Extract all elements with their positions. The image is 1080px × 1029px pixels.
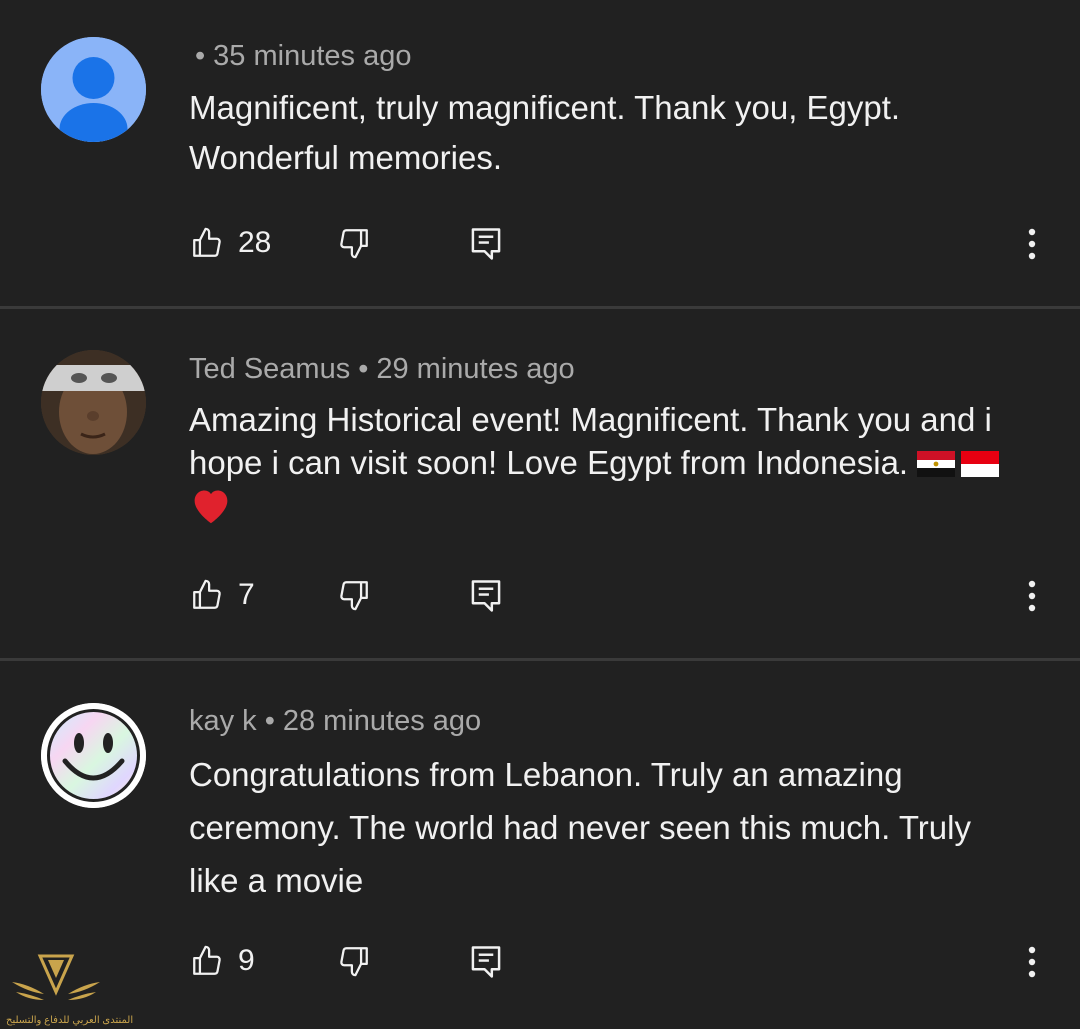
comment-text-body: Amazing Historical event! Magnificent. T… bbox=[189, 401, 992, 481]
more-menu-button[interactable] bbox=[1025, 579, 1039, 613]
comment-item: kay k • 28 minutes ago Congratulations fro… bbox=[0, 661, 1080, 1029]
thumb-up-icon bbox=[190, 944, 224, 978]
comment-author[interactable]: kay k bbox=[189, 705, 257, 737]
reply-comment-icon bbox=[471, 946, 501, 978]
smiley-face-icon bbox=[41, 703, 146, 808]
like-button[interactable]: 7 bbox=[190, 578, 255, 612]
reply-comment-icon bbox=[471, 580, 501, 612]
dislike-button[interactable] bbox=[337, 944, 371, 978]
like-count: 28 bbox=[238, 226, 272, 259]
comment-item: • 35 minutes ago Magnificent, truly magni… bbox=[0, 0, 1080, 306]
comment-meta: Ted Seamus • 29 minutes ago bbox=[189, 353, 575, 385]
comment-text: Magnificent, truly magnificent. Thank yo… bbox=[189, 89, 901, 176]
comment-item: Ted Seamus • 29 minutes ago Amazing Histor… bbox=[0, 309, 1080, 658]
egypt-flag-icon bbox=[917, 444, 956, 477]
more-menu-button[interactable] bbox=[1025, 945, 1039, 979]
thumb-up-icon bbox=[190, 578, 224, 612]
comment-text: Congratulations from Lebanon. Truly an a… bbox=[189, 756, 971, 899]
reply-button[interactable] bbox=[470, 226, 502, 262]
comment-author[interactable]: Ted Seamus bbox=[189, 353, 350, 385]
comment-time: 28 minutes ago bbox=[282, 705, 482, 737]
like-button[interactable]: 28 bbox=[190, 226, 271, 260]
indonesia-flag-icon bbox=[961, 444, 1000, 477]
default-person-icon bbox=[41, 37, 146, 142]
avatar[interactable] bbox=[41, 703, 146, 808]
red-heart-icon bbox=[189, 485, 233, 535]
watermark-text: المنتدى العربي للدفاع والتسليح bbox=[6, 1015, 134, 1026]
comment-meta: • 35 minutes ago bbox=[195, 40, 412, 72]
more-menu-button[interactable] bbox=[1025, 227, 1039, 261]
comment-meta: kay k • 28 minutes ago bbox=[189, 705, 482, 737]
more-vert-icon bbox=[1028, 946, 1036, 978]
more-vert-icon bbox=[1028, 228, 1036, 260]
avatar[interactable] bbox=[41, 350, 146, 455]
like-button[interactable]: 9 bbox=[190, 944, 255, 978]
more-vert-icon bbox=[1028, 580, 1036, 612]
thumb-up-icon bbox=[190, 226, 224, 260]
comment-time: 29 minutes ago bbox=[376, 353, 575, 385]
like-count: 7 bbox=[238, 578, 255, 611]
reply-button[interactable] bbox=[470, 944, 502, 980]
shield-wings-icon bbox=[12, 954, 100, 1000]
dislike-button[interactable] bbox=[337, 226, 371, 260]
comment-time: 35 minutes ago bbox=[213, 40, 412, 72]
thumb-down-icon bbox=[340, 947, 368, 977]
avatar[interactable] bbox=[41, 37, 146, 142]
thumb-down-icon bbox=[340, 581, 368, 611]
thumb-down-icon bbox=[340, 229, 368, 259]
dislike-button[interactable] bbox=[337, 578, 371, 612]
reply-comment-icon bbox=[471, 228, 501, 260]
reply-button[interactable] bbox=[470, 578, 502, 614]
photo-avatar-image bbox=[41, 350, 146, 455]
like-count: 9 bbox=[238, 944, 255, 977]
comment-text: Amazing Historical event! Magnificent. T… bbox=[189, 398, 1019, 535]
